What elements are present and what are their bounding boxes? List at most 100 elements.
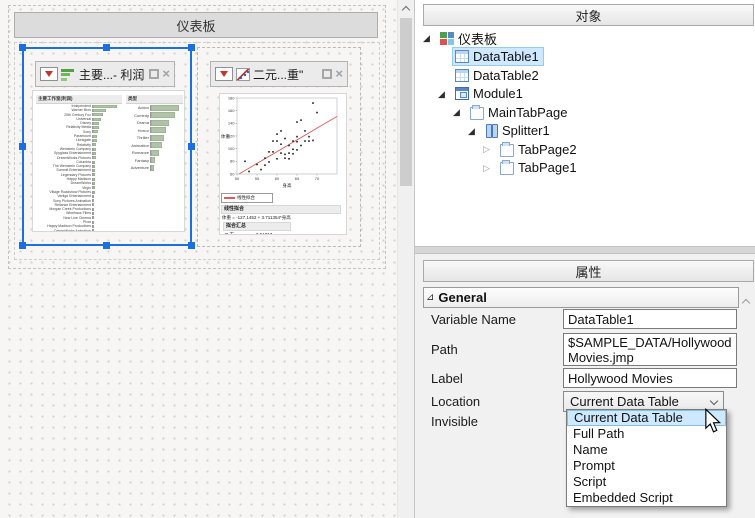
tab-icon	[500, 162, 514, 175]
red-triangle-icon	[220, 71, 228, 77]
tree-entry[interactable]: Splitter1	[482, 121, 555, 140]
dashboard-canvas[interactable]: 仪表板 主要...- 利润 × 主要工作室(利润) In	[0, 0, 397, 518]
expand-open-icon[interactable]: ◢	[438, 89, 452, 99]
tree-item-label: Module1	[473, 86, 523, 101]
expand-open-icon[interactable]: ◢	[453, 107, 467, 117]
bar-row: Horror	[126, 127, 183, 135]
tree-item-datatable2[interactable]: DataTable2	[419, 66, 753, 85]
panel-divider[interactable]	[415, 246, 755, 254]
mouse-cursor	[704, 408, 722, 439]
pane1-title: 主要...- 利润	[79, 66, 146, 83]
red-triangle-icon	[45, 71, 53, 77]
option-embedded-script[interactable]: Embedded Script	[567, 490, 726, 506]
tree-item-splitter1[interactable]: ◢ Splitter1	[419, 122, 753, 141]
tree-item-label: DataTable1	[473, 49, 539, 64]
bar	[93, 105, 117, 108]
svg-text:身高: 身高	[283, 182, 292, 189]
bar	[93, 221, 94, 224]
tree-item-tabpage1[interactable]: ▷TabPage1	[419, 159, 753, 178]
bar-label: Romance	[126, 149, 150, 157]
tree-item-label: DataTable2	[473, 68, 539, 83]
resize-handle[interactable]	[19, 44, 26, 51]
path-input[interactable]: $SAMPLE_DATA/Hollywood Movies.jmp	[563, 333, 737, 366]
tab-icon	[470, 107, 484, 120]
properties-panel-header: 属性	[423, 260, 754, 282]
expand-closed-icon[interactable]: ▷	[483, 144, 497, 154]
location-label: Location	[431, 394, 480, 409]
bar	[93, 229, 94, 232]
resize-handle[interactable]	[188, 242, 195, 249]
resize-handle[interactable]	[188, 44, 195, 51]
bar-label: Adventure	[126, 164, 150, 172]
bar	[93, 109, 106, 112]
tree-item-maintabpage[interactable]: ◢MainTabPage	[419, 103, 753, 122]
tree-item-tabpage2[interactable]: ▷TabPage2	[419, 140, 753, 159]
close-button[interactable]: ×	[335, 69, 343, 79]
bar	[93, 130, 98, 133]
bar	[151, 157, 155, 163]
jmp-dashboard-builder-window: 仪表板 主要...- 利润 × 主要工作室(利润) In	[0, 0, 755, 518]
location-select-value: Current Data Table	[570, 394, 679, 409]
bar-label: Thriller	[126, 134, 150, 142]
bar-label: Action	[126, 104, 150, 112]
object-tree: ◢仪表板DataTable1DataTable2◢Module1◢MainTab…	[419, 29, 753, 243]
fit-legend-label: 线性拟合	[237, 195, 255, 201]
svg-text:60: 60	[275, 176, 280, 181]
resize-handle[interactable]	[103, 242, 110, 249]
tree-item-module1[interactable]: ◢ Module1	[419, 85, 753, 104]
genre-bar-chart: 类型 ActionComedyDramaHorrorThrillerAnimat…	[126, 95, 183, 172]
tree-entry[interactable]: DataTable2	[452, 66, 544, 85]
tree-selection[interactable]: DataTable1	[452, 47, 544, 66]
tree-entry[interactable]: Module1	[452, 84, 528, 103]
bar-row: Romance	[126, 149, 183, 157]
section-collapse-chevron[interactable]	[743, 293, 749, 311]
option-full-path[interactable]: Full Path	[567, 426, 726, 442]
expand-open-icon[interactable]: ◢	[468, 126, 482, 136]
option-name[interactable]: Name	[567, 442, 726, 458]
svg-text:50: 50	[235, 176, 240, 181]
r-square-value: 0.51017	[256, 232, 272, 235]
scrollbar-thumb[interactable]	[400, 18, 412, 186]
scrollbar-up-button[interactable]	[398, 0, 414, 16]
genre-chart-title: 类型	[126, 95, 183, 104]
option-prompt[interactable]: Prompt	[567, 458, 726, 474]
bar	[93, 148, 96, 151]
scatter-icon	[236, 68, 250, 81]
expand-open-icon[interactable]: ◢	[423, 33, 437, 43]
svg-text:140: 140	[228, 121, 235, 126]
resize-handle[interactable]	[19, 242, 26, 249]
pane-bar-charts[interactable]: 主要...- 利润 × 主要工作室(利润) IndependentWarner …	[22, 47, 192, 246]
tree-item-仪表板[interactable]: ◢仪表板	[419, 29, 753, 48]
bar	[93, 135, 97, 138]
label-input[interactable]	[563, 368, 737, 388]
chevron-up-icon	[742, 299, 750, 307]
tree-item-label: Splitter1	[502, 123, 550, 138]
svg-text:80: 80	[230, 159, 235, 164]
red-triangle-menu-button[interactable]	[215, 67, 233, 81]
close-button[interactable]: ×	[162, 69, 170, 79]
red-triangle-menu-button[interactable]	[40, 67, 58, 81]
general-section-header[interactable]: ⊿ General	[423, 287, 739, 308]
variable-name-input[interactable]	[563, 309, 737, 329]
pane-bivariate-fit[interactable]: 二元...重" × 60801001201401601805055606570体…	[197, 47, 361, 247]
tree-entry[interactable]: TabPage1	[497, 158, 582, 177]
tree-entry[interactable]: TabPage2	[497, 140, 582, 159]
bar	[93, 199, 94, 202]
tree-entry[interactable]: MainTabPage	[467, 103, 573, 122]
maximize-button[interactable]	[322, 69, 332, 79]
maximize-button[interactable]	[149, 69, 159, 79]
bar-label: Horror	[126, 127, 150, 135]
option-current-data-table[interactable]: Current Data Table	[567, 410, 726, 426]
pane1-title-bar: 主要...- 利润 ×	[35, 61, 175, 87]
bar	[93, 118, 101, 121]
bar	[151, 150, 159, 156]
tree-item-datatable1[interactable]: DataTable1	[419, 48, 753, 67]
resize-handle[interactable]	[103, 44, 110, 51]
bar	[151, 105, 179, 111]
bar	[93, 143, 96, 146]
canvas-scrollbar[interactable]	[397, 0, 413, 518]
expand-closed-icon[interactable]: ▷	[483, 163, 497, 173]
resize-handle[interactable]	[19, 143, 26, 150]
resize-handle[interactable]	[188, 143, 195, 150]
option-script[interactable]: Script	[567, 474, 726, 490]
